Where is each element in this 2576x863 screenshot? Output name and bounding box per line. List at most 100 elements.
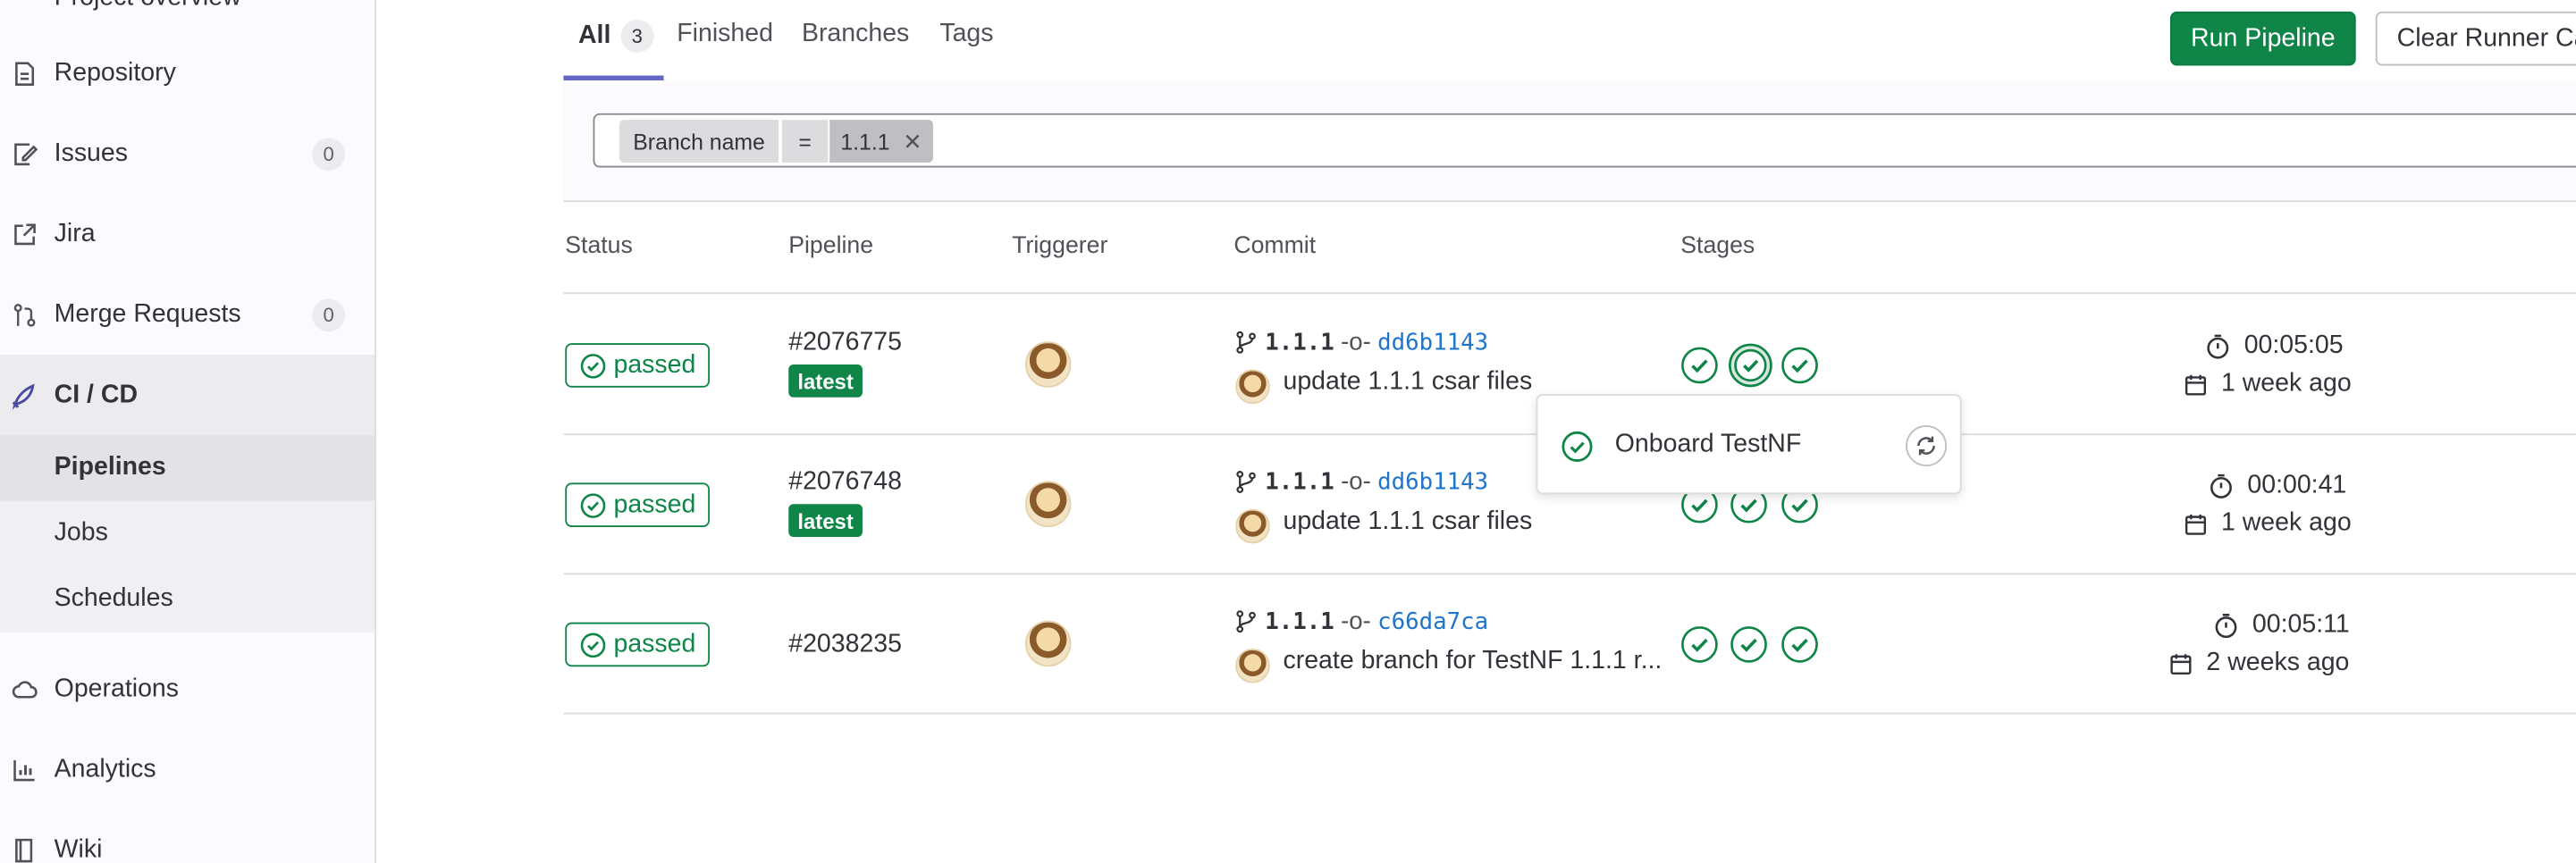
latest-badge: latest <box>788 364 863 398</box>
tab-all[interactable]: All 3 <box>577 20 654 53</box>
merge-request-icon <box>10 299 39 329</box>
book-icon <box>10 835 39 863</box>
column-header-stages: Stages <box>1680 232 1755 260</box>
clear-runner-caches-button[interactable]: Clear Runner Caches <box>2375 11 2576 66</box>
duration: 00:05:05 <box>2205 331 2344 361</box>
timer-icon <box>2215 614 2237 639</box>
finished-time: 1 week ago <box>2184 509 2352 539</box>
filter-container: Branch name = 1.1.1 ✕ <box>563 81 2576 203</box>
status-badge[interactable]: passed <box>565 343 711 388</box>
sidebar-subitem-pipelines[interactable]: Pipelines <box>0 435 375 501</box>
stage-success-icon-focused[interactable] <box>1729 343 1773 388</box>
chart-icon <box>10 755 39 784</box>
stage-success-icon[interactable] <box>1780 625 1818 663</box>
stage-success-icon[interactable] <box>1680 347 1718 384</box>
commit-title-link[interactable]: update 1.1.1 csar files <box>1283 368 1532 398</box>
sidebar-item-label: Analytics <box>54 754 156 783</box>
column-header-triggerer: Triggerer <box>1012 232 1108 260</box>
retry-job-button[interactable] <box>1906 425 1948 466</box>
tab-finished[interactable]: Finished <box>677 20 773 49</box>
issues-icon <box>10 138 39 168</box>
run-pipeline-button[interactable]: Run Pipeline <box>2169 11 2356 66</box>
row-divider <box>563 712 2576 715</box>
avatar[interactable] <box>1024 620 1072 667</box>
scaled-stage: Project overview Repository Issues 0 Jir… <box>0 0 2576 863</box>
stage-success-icon[interactable] <box>1730 625 1767 663</box>
pipeline-id-link[interactable]: #2076775 <box>788 329 902 358</box>
branch-name-link[interactable]: 1.1.1 <box>1265 469 1334 495</box>
commit-ref: 1.1.1 -o- dd6b1143 <box>1233 329 1488 356</box>
commit-icon: -o- <box>1341 328 1371 356</box>
timer-icon <box>2210 473 2232 499</box>
check-circle-icon <box>579 353 605 378</box>
commit-sha-link[interactable]: dd6b1143 <box>1377 469 1488 495</box>
tab-label: All <box>577 21 611 50</box>
check-circle-icon <box>1562 431 1593 462</box>
status-text: passed <box>613 350 696 379</box>
avatar[interactable] <box>1024 341 1072 388</box>
stage-success-icon[interactable] <box>1780 347 1818 384</box>
sidebar-subitem-schedules[interactable]: Schedules <box>0 566 375 633</box>
document-icon <box>10 58 39 88</box>
tab-branches[interactable]: Branches <box>802 20 909 49</box>
commit-sha-link[interactable]: c66da7ca <box>1377 608 1488 634</box>
sidebar-item-label: Wiki <box>54 834 103 863</box>
sidebar-item-label: Jira <box>54 219 96 247</box>
check-circle-icon <box>579 492 605 517</box>
commit-author-avatar[interactable] <box>1235 649 1270 683</box>
sidebar-item-project-overview[interactable]: Project overview <box>55 0 241 13</box>
duration-text: 00:05:11 <box>2252 610 2350 639</box>
sidebar-item-label: Operations <box>54 674 180 702</box>
retry-icon <box>1917 436 1935 456</box>
avatar[interactable] <box>1024 481 1072 527</box>
sidebar-item-label: CI / CD <box>54 380 139 408</box>
commit-title-link[interactable]: create branch for TestNF 1.1.1 r... <box>1283 647 1662 676</box>
status-badge[interactable]: passed <box>565 482 711 527</box>
sidebar-item-wiki[interactable]: Wiki <box>0 809 375 863</box>
app-root: Project overview Repository Issues 0 Jir… <box>0 0 2576 863</box>
duration-text: 00:00:41 <box>2247 471 2347 499</box>
branch-icon <box>1236 331 1256 354</box>
commit-author-avatar[interactable] <box>1235 508 1270 544</box>
finished-text: 1 week ago <box>2220 369 2352 398</box>
commit-title-link[interactable]: update 1.1.1 csar files <box>1283 507 1532 537</box>
sidebar-item-cicd[interactable]: CI / CD <box>0 355 375 436</box>
commit-ref: 1.1.1 -o- c66da7ca <box>1233 607 1488 635</box>
sidebar-item-issues[interactable]: Issues 0 <box>0 113 375 194</box>
job-name-link[interactable]: Onboard TestNF <box>1615 431 1801 460</box>
sidebar-item-label: Pipelines <box>54 453 166 482</box>
sidebar-item-operations[interactable]: Operations <box>0 649 375 729</box>
count-badge: 0 <box>312 137 345 171</box>
filter-token-key[interactable]: Branch name <box>619 120 779 163</box>
sidebar-subitem-jobs[interactable]: Jobs <box>0 500 375 567</box>
commit-author-avatar[interactable] <box>1235 369 1270 405</box>
sidebar-item-merge-requests[interactable]: Merge Requests 0 <box>0 274 375 355</box>
finished-text: 1 week ago <box>2220 508 2352 538</box>
filter-token-value[interactable]: 1.1.1 ✕ <box>829 120 933 163</box>
pipeline-id-link[interactable]: #2076748 <box>788 468 902 498</box>
stage-success-icon[interactable] <box>1680 625 1718 663</box>
commit-sha-link[interactable]: dd6b1143 <box>1377 330 1488 356</box>
timer-icon <box>2207 334 2229 359</box>
finished-time: 2 weeks ago <box>2168 649 2349 678</box>
sidebar-item-repository[interactable]: Repository <box>0 33 375 113</box>
calendar-icon <box>2170 653 2192 674</box>
sidebar-item-analytics[interactable]: Analytics <box>0 729 375 809</box>
cloud-icon <box>10 674 39 703</box>
column-header-pipeline: Pipeline <box>788 232 874 260</box>
tab-tags[interactable]: Tags <box>939 20 993 49</box>
latest-badge: latest <box>788 504 863 538</box>
close-icon[interactable]: ✕ <box>903 127 922 155</box>
sidebar-item-label: Merge Requests <box>54 299 241 328</box>
branch-name-link[interactable]: 1.1.1 <box>1265 330 1334 356</box>
branch-name-link[interactable]: 1.1.1 <box>1265 608 1334 634</box>
filter-token-operator[interactable]: = <box>781 120 829 163</box>
duration-text: 00:05:05 <box>2243 331 2344 360</box>
sidebar-item-jira[interactable]: Jira <box>0 194 375 274</box>
calendar-icon <box>2185 373 2207 395</box>
filtered-search-input[interactable]: Branch name = 1.1.1 ✕ <box>593 113 2576 168</box>
status-text: passed <box>613 490 696 518</box>
status-badge[interactable]: passed <box>565 622 711 667</box>
pipeline-id-link[interactable]: #2038235 <box>788 631 902 660</box>
sidebar-item-label: Schedules <box>54 584 173 613</box>
